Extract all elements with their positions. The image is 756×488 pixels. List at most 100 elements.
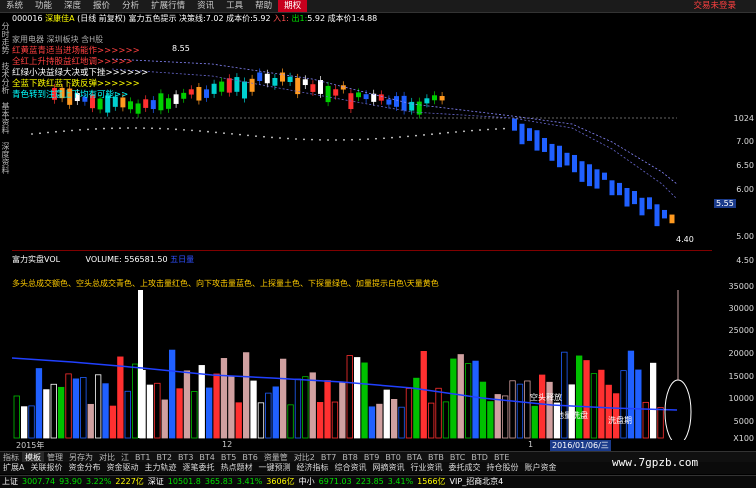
menu-item-system[interactable]: 系统 bbox=[0, 0, 29, 12]
menu-item-help[interactable]: 帮助 bbox=[249, 0, 278, 12]
chart-period: (日线 前复权) bbox=[77, 14, 126, 23]
status-item: 1566亿 bbox=[417, 477, 446, 486]
func-item[interactable]: 主力轨迹 bbox=[141, 462, 179, 474]
volume-bar bbox=[553, 402, 561, 439]
func-item[interactable]: 经济指标 bbox=[293, 462, 331, 474]
volume-bar bbox=[539, 374, 546, 439]
menu-item-quote[interactable]: 报价 bbox=[87, 0, 116, 12]
volume-bar bbox=[376, 403, 383, 439]
candle-body bbox=[219, 81, 225, 92]
candle-body bbox=[287, 76, 293, 82]
volume-bar bbox=[109, 405, 117, 439]
indicator-dot bbox=[39, 132, 41, 135]
volume-bar bbox=[124, 390, 131, 439]
func-item[interactable]: 资金驱动 bbox=[103, 462, 141, 474]
volume-bar bbox=[457, 354, 464, 439]
volume-bar bbox=[450, 358, 457, 439]
menu-item-options[interactable]: 期权 bbox=[278, 0, 308, 12]
func-item[interactable]: 综合资讯 bbox=[331, 462, 369, 474]
status-item: 2227亿 bbox=[115, 477, 144, 486]
volume-bar bbox=[383, 389, 390, 439]
status-item: 中小 bbox=[298, 477, 315, 486]
volume-bar bbox=[287, 404, 294, 439]
func-item[interactable]: 一键预测 bbox=[255, 462, 293, 474]
volume-bar bbox=[72, 378, 80, 439]
indicator-dot bbox=[71, 129, 73, 132]
func-item[interactable]: 热点题材 bbox=[217, 462, 255, 474]
indicator-dot bbox=[431, 133, 433, 136]
candle-body bbox=[280, 72, 285, 82]
volume-chart[interactable]: 空头释放 地量洗盘 洗盘期 bbox=[12, 290, 712, 440]
candle-body bbox=[572, 154, 577, 173]
indicator-dot bbox=[79, 129, 81, 131]
func-item[interactable]: 持仓股份 bbox=[483, 462, 521, 474]
axis-tick: 4.50 bbox=[736, 256, 754, 265]
indicator-dot bbox=[335, 139, 337, 141]
indicator-dot bbox=[479, 129, 481, 131]
menu-item-function[interactable]: 功能 bbox=[29, 0, 58, 12]
func-item[interactable]: 扩展A bbox=[0, 462, 27, 474]
indicator-dot bbox=[407, 135, 409, 138]
volume-bar bbox=[316, 402, 324, 439]
volume-bar bbox=[464, 363, 472, 439]
indicator-dot bbox=[119, 127, 121, 130]
menu-item-analysis[interactable]: 分析 bbox=[116, 0, 145, 12]
candle-body bbox=[587, 164, 592, 187]
nav-deep[interactable]: 深度资料 bbox=[0, 142, 11, 174]
nav-basic[interactable]: 基本资料 bbox=[0, 102, 11, 134]
indicator-dot bbox=[111, 127, 113, 130]
candle-body bbox=[557, 145, 562, 168]
candle-body bbox=[542, 137, 547, 152]
indicator-dot bbox=[343, 139, 345, 141]
candle-body bbox=[188, 89, 194, 95]
volume-bar bbox=[620, 370, 627, 439]
indicator-name: 富力五色提示 bbox=[128, 14, 177, 23]
volume-bar bbox=[546, 381, 553, 439]
menu-item-ext[interactable]: 扩展行情 bbox=[145, 0, 191, 12]
volume-bar bbox=[28, 405, 35, 439]
volume-bar bbox=[302, 376, 309, 439]
candle-body bbox=[340, 85, 346, 90]
candle-body bbox=[669, 214, 675, 224]
volume-bar bbox=[279, 358, 287, 439]
func-item[interactable]: 逐笔委托 bbox=[179, 462, 217, 474]
nav-intraday[interactable]: 分时走势 bbox=[0, 22, 11, 54]
indicator-dot bbox=[295, 138, 297, 140]
menu-item-tools[interactable]: 工具 bbox=[220, 0, 249, 12]
indicator-dot bbox=[255, 135, 257, 138]
volume-bar bbox=[235, 402, 242, 439]
func-item[interactable]: 网摘资讯 bbox=[369, 462, 407, 474]
candle-body bbox=[401, 95, 407, 111]
indicator-dot bbox=[87, 128, 89, 131]
vol-axis-tick: 10000 bbox=[728, 394, 754, 403]
indicator-dot bbox=[279, 137, 281, 139]
candle-body bbox=[242, 81, 247, 99]
indicator-dot bbox=[63, 130, 65, 133]
candle-body bbox=[135, 103, 141, 114]
nav-technical[interactable]: 技术分析 bbox=[0, 62, 11, 94]
func-item[interactable]: 资金分布 bbox=[65, 462, 103, 474]
status-item: 93.90 bbox=[59, 477, 82, 486]
status-item: VIP_招商北京4 bbox=[449, 477, 504, 486]
indicator-dot bbox=[351, 138, 353, 141]
menu-item-news[interactable]: 资讯 bbox=[191, 0, 220, 12]
volume-bar bbox=[635, 369, 642, 439]
login-status[interactable]: 交易未登录 bbox=[687, 0, 742, 12]
volume-bar bbox=[524, 380, 531, 439]
func-item[interactable]: 账户资金 bbox=[521, 462, 559, 474]
menu-item-depth[interactable]: 深度 bbox=[58, 0, 87, 12]
volume-bar bbox=[390, 398, 398, 439]
signal-legend: 红黄蓝青适当进场能作>>>>>> 全红上升持股益红地调>>>>> 红绿小决益绿大… bbox=[12, 46, 148, 101]
volume-bar bbox=[472, 360, 479, 439]
indicator-dots bbox=[31, 127, 505, 141]
indicator-dot bbox=[127, 127, 129, 129]
func-item[interactable]: 关联报价 bbox=[27, 462, 65, 474]
func-item[interactable]: 行业资讯 bbox=[407, 462, 445, 474]
panel-divider bbox=[12, 250, 712, 251]
volume-bar bbox=[87, 403, 94, 439]
func-item[interactable]: 委托成交 bbox=[445, 462, 483, 474]
date-cursor: 2016/01/06/三 bbox=[550, 440, 611, 451]
indicator-dot bbox=[215, 131, 217, 134]
volume-bar bbox=[220, 358, 228, 439]
indicator-dot bbox=[31, 133, 33, 135]
